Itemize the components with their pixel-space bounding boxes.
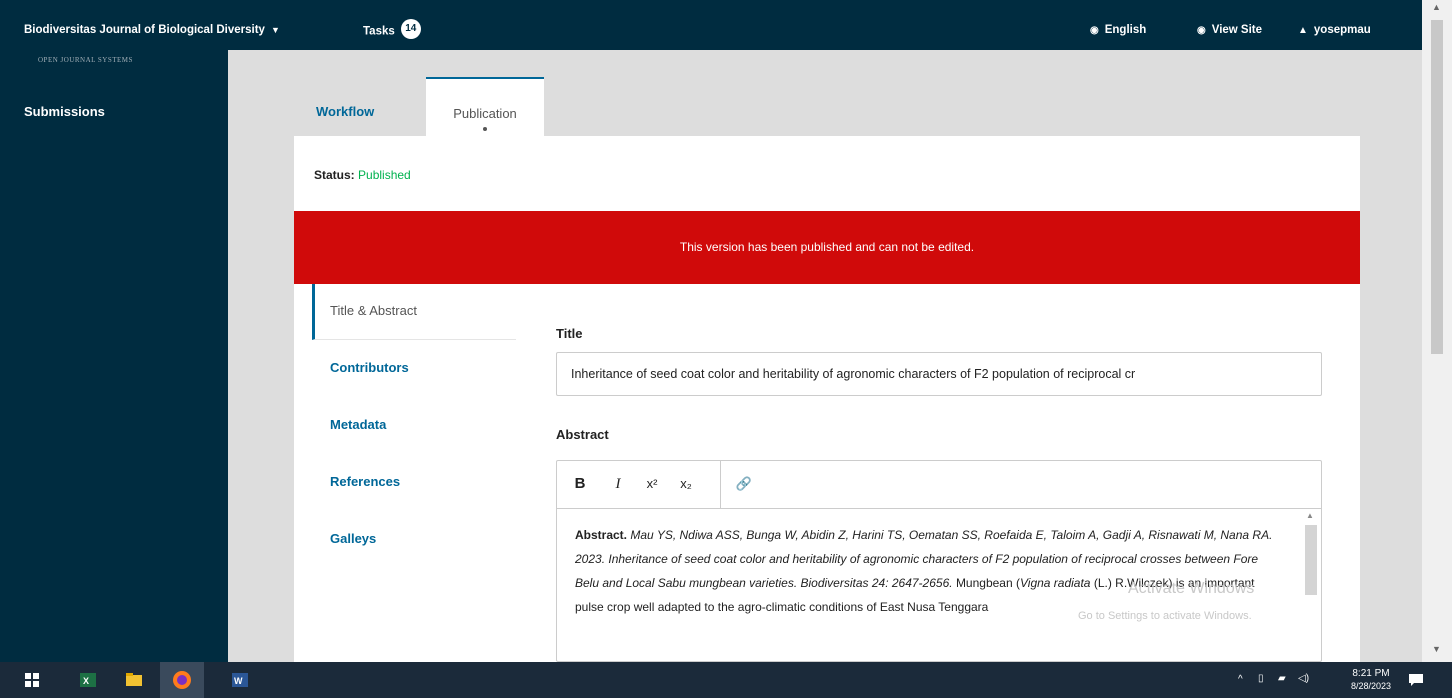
subnav-title-abstract[interactable]: Title & Abstract	[312, 284, 516, 340]
status-value: Published	[358, 168, 411, 182]
ojs-logo: OPEN JOURNAL SYSTEMS	[38, 56, 133, 64]
publication-status: Status: Published	[314, 168, 411, 182]
system-tray-icons[interactable]: ^ ▯ ▰ ◁)	[1238, 662, 1338, 698]
tasks-button[interactable]: Tasks 14	[363, 19, 421, 39]
username: yosepmau	[1313, 24, 1371, 36]
link-icon: 🔗	[735, 476, 753, 491]
abstract-species: Vigna radiata	[1019, 576, 1091, 590]
activate-windows-watermark: Activate Windows	[1128, 580, 1255, 597]
word-icon[interactable]: W	[230, 670, 250, 690]
tab-publication[interactable]: Publication	[426, 77, 544, 137]
superscript-button[interactable]: x²	[641, 473, 663, 495]
site-name: Biodiversitas Journal of Biological Dive…	[24, 24, 265, 36]
user-menu[interactable]: ▲ yosepmau	[1298, 24, 1371, 36]
svg-text:X: X	[83, 676, 89, 686]
windows-taskbar: X W ^ ▯ ▰ ◁) 8:21 PM 8/28/2023	[0, 662, 1452, 698]
firefox-icon	[173, 671, 191, 689]
chevron-up-icon[interactable]: ^	[1238, 674, 1243, 685]
page-scroll-down-icon[interactable]: ▼	[1432, 644, 1441, 654]
language-label: English	[1104, 24, 1147, 36]
main-content: Workflow Publication Status: Published T…	[228, 50, 1422, 662]
tab-publication-label: Publication	[453, 106, 517, 121]
subnav-galleys[interactable]: Galleys	[312, 512, 516, 568]
abstract-label: Abstract	[556, 427, 609, 442]
clock-time: 8:21 PM	[1352, 668, 1390, 679]
page-scroll-thumb[interactable]	[1431, 20, 1443, 354]
file-explorer-icon[interactable]	[124, 670, 144, 690]
italic-button[interactable]: I	[607, 473, 629, 495]
sidebar-item-submissions[interactable]: Submissions	[24, 104, 105, 119]
view-site-link[interactable]: ◉ View Site	[1197, 24, 1262, 36]
excel-icon[interactable]: X	[78, 670, 98, 690]
battery-icon[interactable]: ▯	[1258, 673, 1264, 684]
sidebar: OPEN JOURNAL SYSTEMS Submissions	[0, 50, 228, 662]
published-notice: This version has been published and can …	[294, 211, 1360, 284]
svg-text:W: W	[234, 676, 243, 686]
abstract-editor: B I x² x₂ 🔗 Abstract. Mau YS, Ndiwa ASS,…	[556, 460, 1322, 662]
abstract-body-start: Mungbean (	[955, 576, 1020, 590]
site-switcher[interactable]: Biodiversitas Journal of Biological Dive…	[24, 24, 280, 36]
active-tab-indicator	[483, 127, 487, 131]
clock[interactable]: 8:21 PM 8/28/2023	[1346, 662, 1396, 698]
tasks-count-badge: 14	[400, 19, 421, 39]
view-site-label: View Site	[1211, 24, 1263, 36]
status-label: Status:	[314, 168, 355, 182]
notifications-icon[interactable]	[1406, 670, 1426, 690]
bold-button[interactable]: B	[569, 473, 591, 495]
volume-icon[interactable]: ◁)	[1298, 673, 1309, 684]
publication-subnav: Title & Abstract Contributors Metadata R…	[312, 284, 516, 662]
subnav-contributors[interactable]: Contributors	[312, 341, 516, 397]
scroll-up-arrow[interactable]: ▲	[1306, 511, 1314, 520]
firefox-taskbar-item[interactable]	[160, 662, 204, 698]
subnav-references[interactable]: References	[312, 455, 516, 511]
toolbar-separator	[720, 461, 721, 509]
activate-windows-hint: Go to Settings to activate Windows.	[1078, 610, 1252, 622]
title-input[interactable]: Inheritance of seed coat color and herit…	[556, 352, 1322, 396]
editor-scroll-thumb[interactable]	[1305, 525, 1317, 595]
tasks-label: Tasks	[363, 25, 395, 38]
user-icon: ▲	[1298, 25, 1308, 36]
link-button[interactable]: 🔗	[733, 473, 755, 495]
network-icon[interactable]: ▰	[1278, 673, 1286, 684]
windows-start-icon[interactable]	[22, 670, 42, 690]
tab-workflow[interactable]: Workflow	[316, 77, 426, 137]
subnav-metadata[interactable]: Metadata	[312, 398, 516, 454]
editor-scrollbar[interactable]: ▲	[1305, 511, 1317, 655]
page-scrollbar[interactable]: ▲ ▼	[1422, 0, 1452, 662]
abstract-lead: Abstract.	[575, 528, 628, 542]
caret-down-icon: ▼	[270, 25, 280, 35]
language-menu[interactable]: ◉ English	[1090, 24, 1146, 36]
clock-date: 8/28/2023	[1350, 681, 1392, 691]
top-navbar: Biodiversitas Journal of Biological Dive…	[0, 0, 1422, 50]
title-label: Title	[556, 326, 583, 341]
page-scroll-up-icon[interactable]: ▲	[1432, 2, 1441, 12]
globe-icon: ◉	[1090, 25, 1099, 36]
subscript-button[interactable]: x₂	[675, 473, 697, 495]
eye-icon: ◉	[1197, 25, 1206, 36]
editor-toolbar: B I x² x₂ 🔗	[557, 461, 1321, 509]
